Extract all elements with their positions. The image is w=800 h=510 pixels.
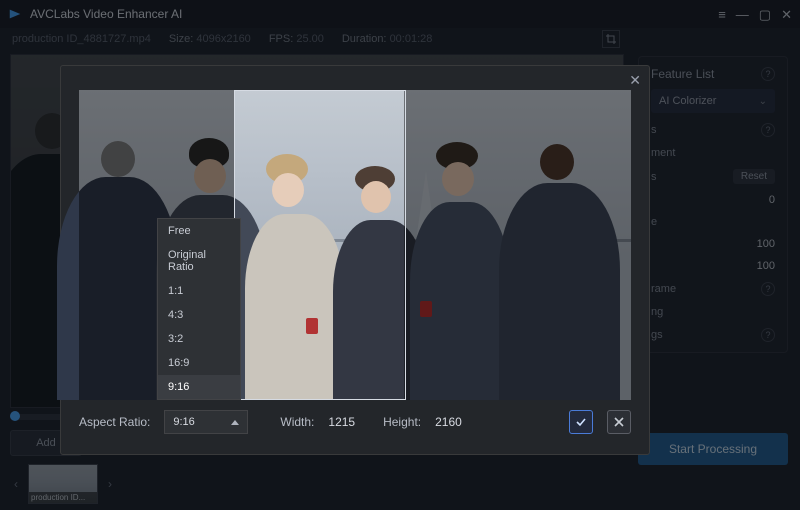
width-label: Width: <box>280 415 314 429</box>
chevron-up-icon <box>231 420 239 425</box>
modal-backdrop: ✕ Free Original Ratio 1:1 4:3 <box>0 0 800 510</box>
ratio-option-9-16[interactable]: 9:16 <box>158 375 240 399</box>
cancel-crop-button[interactable] <box>607 410 631 434</box>
crop-dim-right <box>404 90 631 400</box>
aspect-ratio-menu: Free Original Ratio 1:1 4:3 3:2 16:9 9:1… <box>157 218 241 400</box>
crop-dialog: ✕ Free Original Ratio 1:1 4:3 <box>60 65 650 455</box>
crop-canvas[interactable]: Free Original Ratio 1:1 4:3 3:2 16:9 9:1… <box>79 90 631 400</box>
ratio-option-16-9[interactable]: 16:9 <box>158 351 240 375</box>
height-value: 2160 <box>435 415 462 429</box>
crop-dialog-footer: Aspect Ratio: 9:16 Width: 1215 Height: 2… <box>61 400 649 444</box>
ratio-option-1-1[interactable]: 1:1 <box>158 279 240 303</box>
ratio-option-3-2[interactable]: 3:2 <box>158 327 240 351</box>
crop-region[interactable] <box>234 90 406 400</box>
aspect-ratio-label: Aspect Ratio: <box>79 415 150 429</box>
height-label: Height: <box>383 415 421 429</box>
ratio-option-original[interactable]: Original Ratio <box>158 243 240 279</box>
ratio-option-4-3[interactable]: 4:3 <box>158 303 240 327</box>
width-value: 1215 <box>328 415 355 429</box>
aspect-ratio-select[interactable]: 9:16 <box>164 410 248 434</box>
confirm-crop-button[interactable] <box>569 410 593 434</box>
ratio-option-free[interactable]: Free <box>158 219 240 243</box>
aspect-ratio-value: 9:16 <box>173 416 194 428</box>
dialog-close-icon[interactable]: ✕ <box>629 72 641 89</box>
